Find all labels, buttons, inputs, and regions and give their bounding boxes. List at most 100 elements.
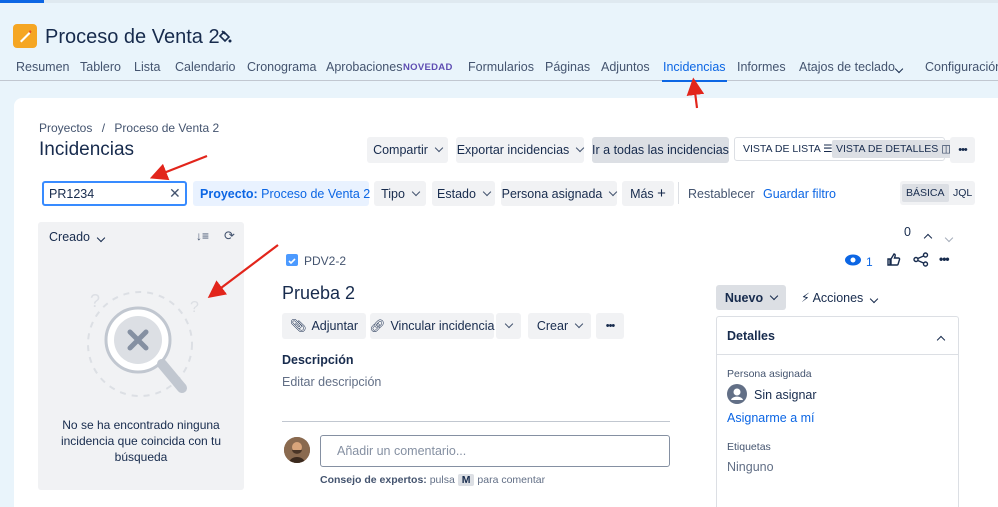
link-dropdown-button[interactable] [496, 313, 521, 339]
chevron-down-icon [576, 143, 585, 153]
search-input[interactable] [42, 181, 187, 206]
search-mode-toggle: BÁSICA JQL [900, 181, 975, 205]
svg-text:?: ? [90, 291, 100, 311]
status-dropdown[interactable]: Nuevo [716, 285, 786, 310]
unassigned-avatar-icon [727, 384, 747, 409]
tab-informes[interactable]: Informes [737, 59, 786, 81]
project-icon[interactable] [13, 24, 37, 48]
export-label: Exportar incidencias [456, 143, 570, 157]
tab-resumen[interactable]: Resumen [16, 59, 70, 81]
share-icon[interactable] [913, 252, 929, 272]
tip-key: M [457, 474, 475, 486]
tip-text-post: para comentar [477, 474, 546, 486]
tab-atajos[interactable]: Atajos de teclado [799, 59, 895, 81]
description-label: Descripción [282, 353, 354, 367]
svg-text:?: ? [190, 299, 199, 316]
comment-input[interactable]: Añadir un comentario... [320, 435, 670, 467]
tab-cronograma[interactable]: Cronograma [247, 59, 316, 81]
lightning-icon: ⚡︎ [801, 291, 810, 305]
tab-configuracion[interactable]: Configuración d [925, 59, 998, 81]
more-filters-button[interactable]: Más + [622, 181, 674, 206]
chevron-up-icon[interactable] [923, 228, 933, 246]
tab-tablero[interactable]: Tablero [80, 59, 121, 81]
export-button[interactable]: Exportar incidencias [456, 137, 585, 163]
list-view-label: VISTA DE LISTA [743, 143, 821, 155]
details-title: Detalles [727, 329, 775, 343]
chevron-down-icon [434, 143, 444, 153]
watch-eye-icon[interactable] [844, 253, 862, 272]
tab-aprobaciones[interactable]: Aprobaciones [326, 59, 402, 81]
project-filter[interactable]: Proyecto: Proceso de Venta 2 [193, 181, 382, 206]
refresh-icon[interactable]: ⟳ [224, 228, 235, 244]
assignee-label: Persona asignada [501, 186, 603, 201]
status-filter[interactable]: Estado [432, 181, 495, 206]
project-title: Proceso de Venta 2 [45, 26, 220, 48]
type-filter[interactable]: Tipo [374, 181, 426, 206]
thumbs-up-icon[interactable] [886, 252, 901, 271]
details-panel: Detalles Persona asignada Sin asignar As… [716, 316, 959, 507]
issue-more-icon[interactable]: ••• [939, 252, 950, 266]
breadcrumb-projects[interactable]: Proyectos [39, 121, 92, 135]
all-issues-button[interactable]: Ir a todas las incidencias [592, 137, 729, 163]
attach-label: Adjuntar [311, 319, 359, 333]
chevron-down-icon[interactable] [944, 228, 954, 246]
sort-label: Creado [49, 230, 90, 244]
more-filters-label: Más [630, 186, 654, 201]
detail-view-option[interactable]: VISTA DE DETALLES ◫ [832, 140, 956, 158]
view-toggle: VISTA DE LISTA ☰ VISTA DE DETALLES ◫ [734, 137, 956, 161]
tab-calendario[interactable]: Calendario [175, 59, 235, 81]
list-view-option[interactable]: VISTA DE LISTA ☰ [739, 140, 837, 158]
breadcrumb-project[interactable]: Proceso de Venta 2 [114, 121, 219, 135]
more-actions-button[interactable]: ••• [950, 137, 975, 163]
assign-to-me-link[interactable]: Asignarme a mí [727, 411, 815, 425]
tab-formularios[interactable]: Formularios [468, 59, 534, 81]
tip-label: Consejo de expertos: [320, 474, 427, 486]
link-issue-button[interactable]: 🔗︎ Vincular incidencia [370, 313, 494, 339]
description-editor[interactable]: Editar descripción [282, 375, 381, 389]
labels-value[interactable]: Ninguno [727, 460, 774, 474]
clear-search-icon[interactable]: ✕ [169, 185, 181, 202]
chevron-up-icon [936, 332, 946, 346]
chevron-down-icon [769, 291, 779, 300]
avatar [284, 437, 310, 463]
project-header: Proceso de Venta 2 Resumen Tablero Lista… [0, 3, 998, 88]
chevron-down-icon [482, 187, 492, 196]
link-issue-label: Vincular incidencia [390, 319, 495, 333]
issue-toolbar-more-button[interactable]: ••• [596, 313, 624, 339]
attach-button[interactable]: 📎︎ Adjuntar [282, 313, 366, 339]
toolbar-divider [678, 182, 679, 204]
status-value: Nuevo [724, 290, 764, 305]
assignee-value[interactable]: Sin asignar [754, 388, 817, 402]
details-header[interactable]: Detalles [717, 317, 958, 355]
reset-link[interactable]: Restablecer [688, 187, 755, 201]
project-filter-value: Proceso de Venta 2 [261, 186, 371, 201]
chevron-down-icon [574, 319, 584, 329]
tab-lista[interactable]: Lista [134, 59, 160, 81]
chevron-down-icon [609, 187, 618, 196]
create-button[interactable]: Crear [528, 313, 591, 339]
actions-dropdown[interactable]: ⚡︎ Acciones [801, 290, 879, 305]
assignee-filter[interactable]: Persona asignada [501, 181, 618, 206]
basic-mode-option[interactable]: BÁSICA [902, 184, 949, 202]
chevron-down-icon [870, 294, 879, 304]
sort-dropdown[interactable]: Creado [49, 230, 106, 244]
jql-mode-option[interactable]: JQL [949, 184, 976, 202]
save-filter-link[interactable]: Guardar filtro [763, 187, 836, 201]
share-button[interactable]: Compartir [367, 137, 448, 163]
sort-order-icon[interactable]: ↓≡ [196, 229, 209, 243]
issue-key[interactable]: PDV2-2 [304, 254, 346, 268]
empty-state-message: No se ha encontrado ninguna incidencia q… [60, 418, 222, 464]
tab-paginas[interactable]: Páginas [545, 59, 590, 81]
activity-divider [282, 421, 670, 422]
issue-title[interactable]: Prueba 2 [282, 283, 355, 304]
no-results-illustration: ? ? [87, 291, 199, 397]
tab-adjuntos[interactable]: Adjuntos [601, 59, 650, 81]
plus-icon: + [657, 185, 666, 202]
labels-field-label: Etiquetas [727, 441, 771, 453]
status-label: Estado [437, 186, 476, 201]
chevron-down-icon[interactable] [888, 59, 904, 77]
chevron-down-icon [411, 187, 421, 196]
tab-incidencias[interactable]: Incidencias [662, 59, 727, 82]
breadcrumb-separator: / [101, 121, 106, 135]
paint-bucket-icon[interactable] [218, 30, 232, 49]
